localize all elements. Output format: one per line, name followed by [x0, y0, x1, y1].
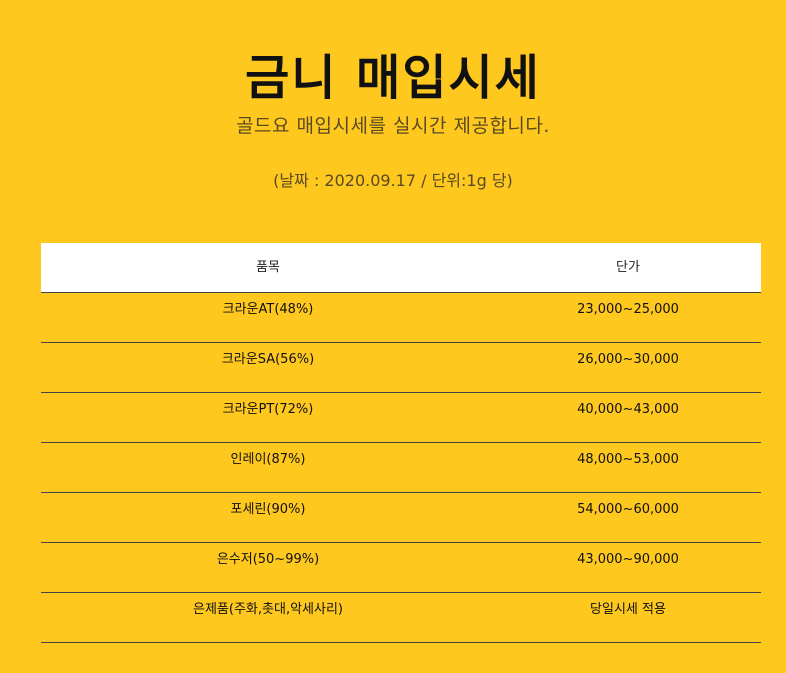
- price-table: 품목 단가 크라운AT(48%) 23,000~25,000 크라운SA(56%…: [41, 243, 761, 643]
- table-row: 크라운AT(48%) 23,000~25,000: [41, 293, 761, 343]
- table-header-row: 품목 단가: [41, 243, 761, 293]
- item-cell: 인레이(87%): [230, 452, 306, 467]
- column-header-item: 품목: [256, 260, 280, 275]
- column-header-price: 단가: [616, 260, 640, 275]
- price-cell: 당일시세 적용: [590, 602, 666, 617]
- item-cell: 크라운SA(56%): [221, 352, 315, 367]
- table-row: 포세린(90%) 54,000~60,000: [41, 493, 761, 543]
- date-unit-note: (날짜 : 2020.09.17 / 단위:1g 당): [273, 171, 513, 190]
- price-cell: 40,000~43,000: [577, 402, 679, 417]
- item-cell: 포세린(90%): [230, 502, 306, 517]
- item-cell: 은제품(주화,촛대,악세사리): [193, 602, 343, 617]
- price-cell: 43,000~90,000: [577, 552, 679, 567]
- table-row: 은제품(주화,촛대,악세사리) 당일시세 적용: [41, 593, 761, 643]
- table-row: 은수저(50~99%) 43,000~90,000: [41, 543, 761, 593]
- page-subtitle: 골드요 매입시세를 실시간 제공합니다.: [236, 115, 550, 137]
- price-cell: 54,000~60,000: [577, 502, 679, 517]
- table-row: 인레이(87%) 48,000~53,000: [41, 443, 761, 493]
- table-row: 크라운SA(56%) 26,000~30,000: [41, 343, 761, 393]
- item-cell: 크라운AT(48%): [222, 302, 314, 317]
- price-cell: 23,000~25,000: [577, 302, 679, 317]
- page-title: 금니 매입시세: [245, 50, 541, 106]
- table-row: 크라운PT(72%) 40,000~43,000: [41, 393, 761, 443]
- price-cell: 26,000~30,000: [577, 352, 679, 367]
- price-cell: 48,000~53,000: [577, 452, 679, 467]
- item-cell: 크라운PT(72%): [222, 402, 314, 417]
- item-cell: 은수저(50~99%): [216, 552, 320, 567]
